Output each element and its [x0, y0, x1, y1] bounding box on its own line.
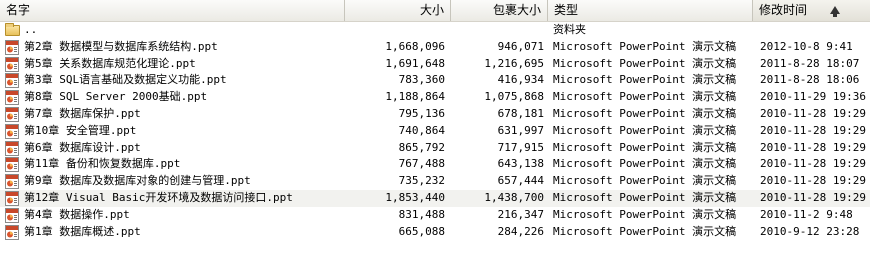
- file-packed-size: 657,444: [497, 174, 544, 188]
- file-type: Microsoft PowerPoint 演示文稿: [553, 90, 737, 104]
- ppt-file-icon: [5, 106, 19, 122]
- file-row[interactable]: 第9章 数据库及数据库对象的创建与管理.ppt 735,232 657,444 Mic…: [0, 173, 870, 190]
- file-size: 1,853,440: [385, 190, 445, 204]
- file-type: Microsoft PowerPoint 演示文稿: [553, 73, 737, 87]
- file-packed-size: 717,915: [497, 140, 544, 154]
- file-packed-size: 1,075,868: [484, 90, 544, 104]
- file-size: 795,136: [398, 106, 445, 120]
- folder-icon: [5, 23, 20, 36]
- file-modified: 2010-9-12 23:28: [760, 224, 860, 238]
- file-packed-size: 1,438,700: [484, 190, 544, 204]
- column-header-modified-label: 修改时间: [759, 3, 808, 17]
- file-row[interactable]: 第10章 安全管理.ppt 740,864 631,997 Microsoft Pow…: [0, 123, 870, 140]
- file-size: 1,668,096: [385, 39, 445, 53]
- file-row[interactable]: .. 资料夹: [0, 22, 870, 39]
- file-row[interactable]: 第2章 数据模型与数据库系统结构.ppt 1,668,096 946,071 Micr…: [0, 39, 870, 56]
- file-packed-size: 1,216,695: [484, 56, 544, 70]
- file-modified: 2010-11-28 19:29: [760, 157, 866, 171]
- file-type: Microsoft PowerPoint 演示文稿: [553, 207, 737, 221]
- ppt-file-icon: [5, 190, 19, 206]
- file-type: Microsoft PowerPoint 演示文稿: [553, 106, 737, 120]
- ppt-file-icon: [5, 140, 19, 156]
- column-header-size[interactable]: 大小: [345, 0, 451, 21]
- ppt-file-icon: [5, 174, 19, 190]
- ppt-file-icon: [5, 207, 19, 223]
- file-size: 740,864: [398, 123, 445, 137]
- file-size: 831,488: [398, 207, 445, 221]
- file-packed-size: 216,347: [497, 207, 544, 221]
- file-modified: 2012-10-8 9:41: [760, 39, 853, 53]
- ppt-file-icon: [5, 90, 19, 106]
- file-list: 名字 大小 包裹大小 类型 修改时间 .. 资料夹 第2章 数据模型与数据库系统结构…: [0, 0, 870, 253]
- ppt-file-icon: [5, 123, 19, 139]
- ppt-file-icon: [5, 157, 19, 173]
- file-size: 865,792: [398, 140, 445, 154]
- file-row[interactable]: 第7章 数据库保护.ppt 795,136 678,181 Microsoft Pow…: [0, 106, 870, 123]
- file-packed-size: 946,071: [497, 39, 544, 53]
- file-row[interactable]: 第4章 数据操作.ppt 831,488 216,347 Microsoft Powe…: [0, 207, 870, 224]
- file-packed-size: [455, 22, 544, 39]
- column-header-name[interactable]: 名字: [0, 0, 345, 21]
- column-header-packed-size-label: 包裹大小: [492, 3, 541, 17]
- file-rows: .. 资料夹 第2章 数据模型与数据库系统结构.ppt 1,668,096 946,07…: [0, 22, 870, 240]
- file-size: 767,488: [398, 157, 445, 171]
- file-type: Microsoft PowerPoint 演示文稿: [553, 123, 737, 137]
- column-header-type-label: 类型: [554, 3, 579, 17]
- column-header-type[interactable]: 类型: [548, 0, 753, 21]
- file-type: Microsoft PowerPoint 演示文稿: [553, 140, 737, 154]
- ppt-file-icon: [5, 56, 19, 72]
- file-size: 783,360: [398, 73, 445, 87]
- ppt-file-icon: [5, 73, 19, 89]
- file-modified: 2010-11-28 19:29: [760, 174, 866, 188]
- file-row[interactable]: 第8章 SQL Server 2000基础.ppt 1,188,864 1,075,…: [0, 89, 870, 106]
- file-modified: 2010-11-2 9:48: [760, 207, 853, 221]
- file-packed-size: 284,226: [497, 224, 544, 238]
- file-modified: 2010-11-28 19:29: [760, 106, 866, 120]
- file-packed-size: 643,138: [497, 157, 544, 171]
- file-modified: 2010-11-28 19:29: [760, 123, 866, 137]
- ppt-file-icon: [5, 224, 19, 240]
- column-header-packed-size[interactable]: 包裹大小: [451, 0, 548, 21]
- file-size: 665,088: [398, 224, 445, 238]
- column-header-modified[interactable]: 修改时间: [753, 0, 870, 21]
- file-modified: 2010-11-29 19:36: [760, 90, 866, 104]
- file-packed-size: 678,181: [497, 106, 544, 120]
- file-row[interactable]: 第11章 备份和恢复数据库.ppt 767,488 643,138 Microsoft…: [0, 156, 870, 173]
- file-packed-size: 416,934: [497, 73, 544, 87]
- file-row[interactable]: 第5章 关系数据库规范化理论.ppt 1,691,648 1,216,695 Micr…: [0, 56, 870, 73]
- column-header-name-label: 名字: [6, 3, 31, 17]
- file-type: Microsoft PowerPoint 演示文稿: [553, 39, 737, 53]
- file-row[interactable]: 第3章 SQL语言基础及数据定义功能.ppt 783,360 416,934 Micr…: [0, 72, 870, 89]
- file-size: 1,691,648: [385, 56, 445, 70]
- column-header-bar: 名字 大小 包裹大小 类型 修改时间: [0, 0, 870, 22]
- file-packed-size: 631,997: [497, 123, 544, 137]
- file-size: 735,232: [398, 174, 445, 188]
- file-row[interactable]: 第6章 数据库设计.ppt 865,792 717,915 Microsoft Pow…: [0, 140, 870, 157]
- ppt-file-icon: [5, 39, 19, 55]
- file-type: Microsoft PowerPoint 演示文稿: [553, 190, 737, 204]
- file-type: Microsoft PowerPoint 演示文稿: [553, 224, 737, 238]
- file-type: Microsoft PowerPoint 演示文稿: [553, 56, 737, 70]
- file-type: 资料夹: [553, 23, 586, 36]
- file-size: 1,188,864: [385, 90, 445, 104]
- file-size: [345, 22, 445, 39]
- file-modified: 2010-11-28 19:29: [760, 190, 866, 204]
- file-row[interactable]: 第1章 数据库概述.ppt 665,088 284,226 Microsoft Pow…: [0, 224, 870, 241]
- sort-ascending-arrow-icon: [830, 6, 840, 17]
- file-row[interactable]: 第12章 Visual Basic开发环境及数据访问接口.ppt 1,853,44…: [0, 189, 870, 207]
- file-modified: 2010-11-28 19:29: [760, 140, 866, 154]
- file-modified: [760, 22, 870, 39]
- file-type: Microsoft PowerPoint 演示文稿: [553, 174, 737, 188]
- file-modified: 2011-8-28 18:06: [760, 73, 860, 87]
- file-modified: 2011-8-28 18:07: [760, 56, 860, 70]
- column-header-size-label: 大小: [419, 3, 444, 17]
- file-type: Microsoft PowerPoint 演示文稿: [553, 157, 737, 171]
